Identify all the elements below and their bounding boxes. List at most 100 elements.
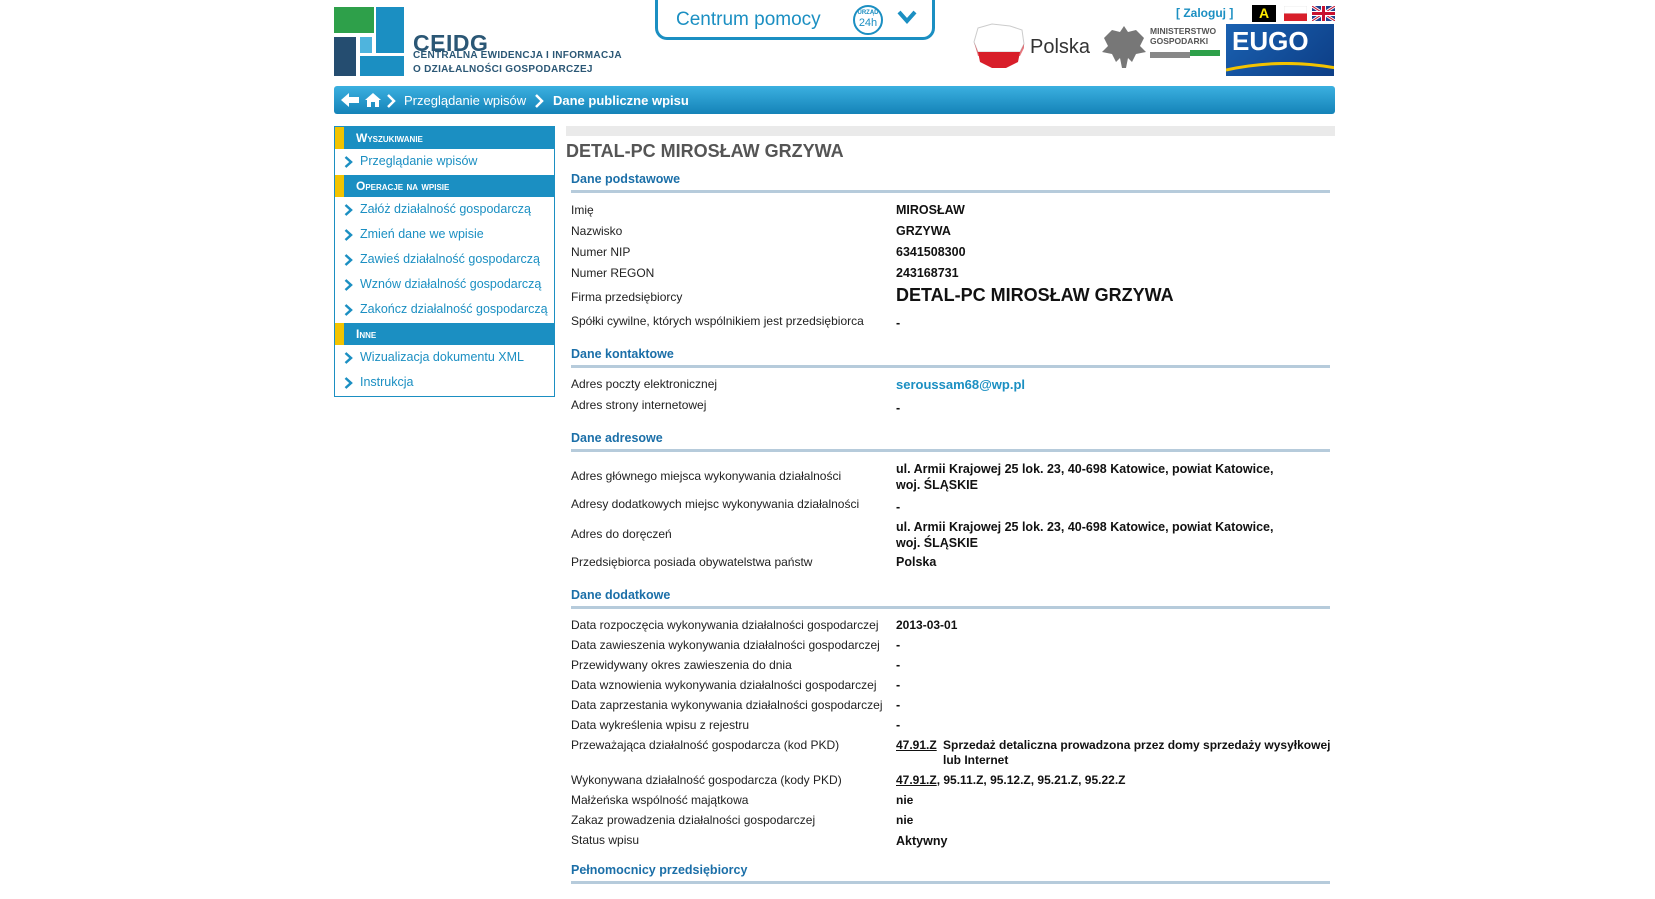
- section-divider: [571, 190, 1330, 193]
- field-value-suspend-date: -: [896, 638, 901, 652]
- help-center-label[interactable]: Centrum pomocy: [676, 9, 821, 31]
- field-value-email-link[interactable]: seroussam68@wp.pl: [896, 377, 1025, 392]
- section-heading-address: Dane adresowe: [571, 431, 663, 445]
- logo-subtitle: CENTRALNA EWIDENCJA I INFORMACJA O DZIAŁ…: [413, 50, 622, 75]
- sidebar-item-suspend-business[interactable]: Zawieś działalność gospodarczą: [335, 248, 554, 272]
- field-label-marital-property: Małżeńska wspólność majątkowa: [571, 793, 749, 807]
- sidebar-item-instructions[interactable]: Instrukcja: [335, 371, 554, 395]
- breadcrumb-browse-entries[interactable]: Przeglądanie wpisów: [404, 93, 526, 108]
- eugo-logo[interactable]: EUGO: [1226, 24, 1334, 76]
- chevron-right-icon: [344, 204, 353, 216]
- section-divider: [571, 606, 1330, 609]
- field-value-business-ban: nie: [896, 813, 914, 827]
- breadcrumb-current-page: Dane publiczne wpisu: [553, 93, 689, 108]
- chevron-right-icon: [344, 377, 353, 389]
- sidebar-item-change-entry[interactable]: Zmień dane we wpisie: [335, 223, 554, 247]
- field-value-website: -: [896, 401, 901, 415]
- field-label-entry-status: Status wpisu: [571, 833, 640, 847]
- pkd-code-link[interactable]: 47.91.Z: [896, 773, 937, 787]
- polish-flag-icon[interactable]: [1284, 6, 1307, 21]
- eugo-stripe-decoration: [1226, 62, 1334, 72]
- chevron-right-icon: [344, 254, 353, 266]
- field-label-delivery-address: Adres do doręczeń: [571, 527, 672, 541]
- field-value-main-pkd-code[interactable]: 47.91.Z: [896, 738, 937, 752]
- eagle-emblem-icon: [1102, 26, 1146, 68]
- field-value-extra-addresses: -: [896, 500, 901, 514]
- chevron-right-icon: [344, 229, 353, 241]
- content-top-strip: [566, 126, 1335, 136]
- field-value-main-pkd-description: Sprzedaż detaliczna prowadzona przez dom…: [943, 738, 1331, 767]
- chevron-right-icon: [344, 279, 353, 291]
- chevron-right-icon: [344, 156, 353, 168]
- sidebar-item-resume-business[interactable]: Wznów działalność gospodarczą: [335, 273, 554, 297]
- section-heading-proxies: Pełnomocnicy przedsiębiorcy: [571, 863, 748, 877]
- field-label-nip: Numer NIP: [571, 245, 631, 259]
- field-value-pkd-codes: 47.91.Z, 95.11.Z, 95.12.Z, 95.21.Z, 95.2…: [896, 773, 1126, 787]
- field-label-extra-addresses: Adresy dodatkowych miejsc wykonywania dz…: [571, 497, 860, 511]
- field-value-nip: 6341508300: [896, 245, 966, 259]
- field-label-citizenship: Przedsiębiorca posiada obywatelstwa pańs…: [571, 555, 813, 569]
- field-label-first-name: Imię: [571, 203, 594, 217]
- field-label-removal-date: Data wykreślenia wpisu z rejestru: [571, 718, 750, 732]
- field-value-removal-date: -: [896, 718, 901, 732]
- chevron-right-icon: [344, 352, 353, 364]
- sidebar-item-browse-entries[interactable]: Przeglądanie wpisów: [335, 150, 554, 174]
- sidebar-section-other: Inne: [335, 323, 554, 345]
- field-label-pkd-codes: Wykonywana działalność gospodarcza (kody…: [571, 773, 842, 787]
- field-label-email: Adres poczty elektronicznej: [571, 377, 718, 391]
- sidebar-item-close-business[interactable]: Zakończ działalność gospodarczą: [335, 298, 554, 322]
- chevron-right-icon: [387, 94, 396, 108]
- field-value-partnerships: -: [896, 316, 901, 330]
- field-value-marital-property: nie: [896, 793, 914, 807]
- section-divider: [571, 881, 1330, 884]
- field-value-citizenship: Polska: [896, 555, 937, 569]
- field-label-main-address: Adres głównego miejsca wykonywania dział…: [571, 469, 842, 483]
- field-value-suspend-period: -: [896, 658, 901, 672]
- section-divider: [571, 449, 1330, 452]
- sidebar-section-entry-operations: Operacje na wpisie: [335, 175, 554, 197]
- field-value-first-name: MIROSŁAW: [896, 203, 965, 217]
- field-label-main-pkd: Przeważająca działalność gospodarcza (ko…: [571, 738, 840, 752]
- field-value-main-address: ul. Armii Krajowej 25 lok. 23, 40-698 Ka…: [896, 462, 1274, 492]
- help-24h-badge: URZĄD 24h: [853, 5, 883, 35]
- field-value-regon: 243168731: [896, 266, 959, 280]
- back-arrow-icon[interactable]: [340, 92, 360, 108]
- ministry-logo-bars: [1150, 50, 1220, 58]
- sidebar-item-register-business[interactable]: Załóż działalność gospodarczą: [335, 198, 554, 222]
- field-value-delivery-address: ul. Armii Krajowej 25 lok. 23, 40-698 Ka…: [896, 520, 1274, 550]
- chevron-down-icon[interactable]: [896, 9, 918, 25]
- chevron-right-icon: [535, 94, 544, 108]
- field-label-suspend-date: Data zawieszenia wykonywania działalnośc…: [571, 638, 880, 652]
- section-heading-contact: Dane kontaktowe: [571, 347, 674, 361]
- field-value-end-date: -: [896, 698, 901, 712]
- section-divider: [571, 365, 1330, 368]
- field-value-start-date: 2013-03-01: [896, 618, 958, 632]
- uk-flag-icon[interactable]: [1312, 6, 1335, 21]
- ceidg-logo-mark: [334, 7, 404, 76]
- field-value-resume-date: -: [896, 678, 901, 692]
- pkd-codes-rest: , 95.11.Z, 95.12.Z, 95.21.Z, 95.22.Z: [936, 773, 1126, 787]
- sidebar-menu: Wyszukiwanie Przeglądanie wpisów Operacj…: [334, 126, 555, 397]
- section-heading-additional: Dane dodatkowe: [571, 588, 671, 602]
- sidebar-item-xml-visualization[interactable]: Wizualizacja dokumentu XML: [335, 346, 554, 370]
- high-contrast-button[interactable]: A: [1252, 5, 1276, 22]
- page-title: DETAL-PC MIROSŁAW GRZYWA: [566, 141, 844, 161]
- home-icon[interactable]: [364, 92, 382, 108]
- field-value-last-name: GRZYWA: [896, 224, 951, 238]
- field-label-business-ban: Zakaz prowadzenia działalności gospodarc…: [571, 813, 816, 827]
- sidebar-section-search: Wyszukiwanie: [335, 127, 554, 149]
- field-value-company: DETAL-PC MIROSŁAW GRZYWA: [896, 285, 1174, 305]
- field-value-entry-status: Aktywny: [896, 834, 948, 848]
- field-label-start-date: Data rozpoczęcia wykonywania działalnośc…: [571, 618, 879, 632]
- login-link[interactable]: [ Zaloguj ]: [1176, 6, 1233, 20]
- field-label-last-name: Nazwisko: [571, 224, 623, 238]
- country-label: Polska: [1030, 36, 1091, 58]
- pkd-code-link[interactable]: 47.91.Z: [896, 738, 937, 752]
- poland-map-icon: [973, 23, 1025, 68]
- field-label-resume-date: Data wznowienia wykonywania działalności…: [571, 678, 877, 692]
- chevron-right-icon: [344, 304, 353, 316]
- section-heading-basic: Dane podstawowe: [571, 172, 681, 186]
- field-label-partnerships: Spółki cywilne, których wspólnikiem jest…: [571, 314, 864, 328]
- field-label-company: Firma przedsiębiorcy: [571, 290, 683, 304]
- ministry-logo-text: MINISTERSTWO GOSPODARKI: [1150, 26, 1217, 46]
